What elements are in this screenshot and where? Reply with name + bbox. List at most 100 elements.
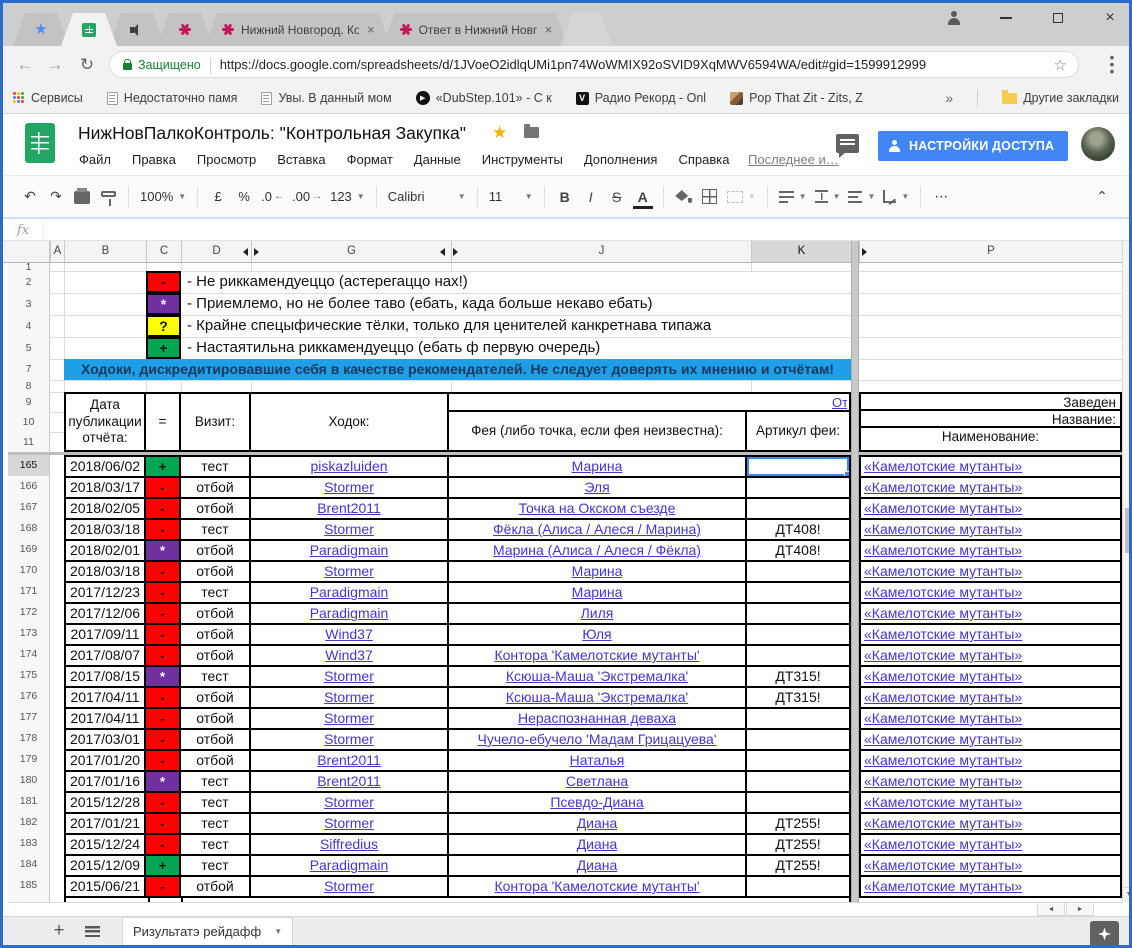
avatar[interactable]	[1081, 127, 1115, 161]
hidden-columns-marker-icon[interactable]	[453, 248, 458, 256]
row-header-183[interactable]: 183	[8, 833, 49, 854]
cell-mark[interactable]: -	[146, 730, 181, 749]
walker-link[interactable]: Stormer	[324, 710, 374, 726]
cell-sku[interactable]: ДТ255!	[747, 814, 849, 833]
menu-Справка[interactable]: Справка	[678, 152, 729, 167]
cell-sku[interactable]	[747, 646, 849, 665]
new-tab-button[interactable]	[560, 13, 612, 46]
walker-link[interactable]: Stormer	[324, 731, 374, 747]
walker-link[interactable]: Wind37	[325, 647, 372, 663]
zoom-select[interactable]: 100%▼	[136, 184, 190, 210]
cell-walker[interactable]: Stormer	[251, 709, 449, 728]
more-formats-button[interactable]: 123▼	[326, 184, 369, 210]
row-header-178[interactable]: 178	[8, 728, 49, 749]
formula-input[interactable]	[43, 223, 1129, 239]
cell-mark[interactable]: -	[146, 835, 181, 854]
italic-button[interactable]: I	[578, 184, 604, 210]
legend-color-cell[interactable]: +	[146, 337, 181, 359]
walker-link[interactable]: Stormer	[324, 563, 374, 579]
cell-date[interactable]: 2017/08/15	[66, 667, 146, 686]
forward-icon[interactable]: →	[43, 53, 67, 77]
cell-mark[interactable]: +	[146, 457, 181, 476]
cell-club[interactable]: «Камелотские мутанты»	[861, 688, 1120, 709]
comments-icon[interactable]	[836, 134, 859, 153]
font-size-select[interactable]: 11▼	[485, 184, 537, 210]
cell-sku[interactable]	[747, 877, 849, 896]
cell-fairy[interactable]: Нераспознанная деваха	[449, 709, 747, 728]
menu-Дополнения[interactable]: Дополнения	[584, 152, 658, 167]
cell-fairy[interactable]: Диана	[449, 856, 747, 875]
horizontal-align-icon[interactable]: ▼	[775, 184, 811, 210]
cell-date[interactable]: 2018/06/02	[66, 457, 146, 476]
hidden-columns-marker-icon[interactable]	[862, 248, 867, 256]
cell-visit[interactable]: тест	[181, 457, 251, 476]
cell-visit[interactable]: тест	[181, 520, 251, 539]
club-link[interactable]: «Камелотские мутанты»	[864, 836, 1022, 852]
cell-mark[interactable]: *	[146, 667, 181, 686]
fairy-link[interactable]: Фёкла (Алиса / Алеся / Марина)	[493, 521, 701, 537]
cell-club[interactable]: «Камелотские мутанты»	[861, 646, 1120, 667]
cell-visit[interactable]: отбой	[181, 730, 251, 749]
cell-mark[interactable]: *	[146, 772, 181, 791]
cell-mark[interactable]: -	[146, 625, 181, 644]
hidden-columns-marker-icon[interactable]	[254, 248, 259, 256]
row-header-7[interactable]: 7	[8, 359, 49, 380]
header-mark[interactable]: =	[146, 394, 181, 450]
header-date[interactable]: Дата публикации отчёта:	[66, 394, 146, 450]
bookmark-item[interactable]: Pop That Zit - Zits, Z	[730, 91, 863, 105]
row-header-168[interactable]: 168	[8, 518, 49, 539]
cell-club[interactable]: «Камелотские мутанты»	[861, 856, 1120, 877]
tab-close-icon[interactable]: ×	[545, 22, 553, 37]
url-text[interactable]: https://docs.google.com/spreadsheets/d/1…	[220, 57, 1046, 72]
walker-link[interactable]: Brent2011	[317, 752, 381, 768]
selected-cell[interactable]	[747, 457, 849, 476]
cell-club[interactable]: «Камелотские мутанты»	[861, 583, 1120, 604]
bold-button[interactable]: B	[552, 184, 578, 210]
cell-fairy[interactable]: Фёкла (Алиса / Алеся / Марина)	[449, 520, 747, 539]
hidden-columns-marker-icon[interactable]	[243, 248, 248, 256]
other-bookmarks-folder[interactable]: Другие закладки	[1002, 91, 1119, 105]
club-link[interactable]: «Камелотские мутанты»	[864, 668, 1022, 684]
refresh-icon[interactable]: ↻	[75, 53, 99, 77]
cell-fairy[interactable]: Контора 'Камелотские мутанты'	[449, 646, 747, 665]
club-link[interactable]: «Камелотские мутанты»	[864, 731, 1022, 747]
cell-walker[interactable]: Brent2011	[251, 751, 449, 770]
cell-walker[interactable]: Paradigmain	[251, 541, 449, 560]
fairy-link[interactable]: Контора 'Камелотские мутанты'	[494, 878, 699, 894]
cell-date[interactable]: 2018/02/05	[66, 499, 146, 518]
legend-color-cell[interactable]: -	[146, 271, 181, 293]
cell-club[interactable]: «Камелотские мутанты»	[861, 604, 1120, 625]
row-header-172[interactable]: 172	[8, 602, 49, 623]
cell-walker[interactable]: Stormer	[251, 814, 449, 833]
walker-link[interactable]: Paradigmain	[310, 584, 389, 600]
print-icon[interactable]	[69, 184, 95, 210]
cell-fairy[interactable]: Марина	[449, 583, 747, 602]
cell-mark[interactable]: -	[146, 520, 181, 539]
cell-visit[interactable]: отбой	[181, 562, 251, 581]
omnibox[interactable]: Защищено https://docs.google.com/spreads…	[109, 51, 1079, 78]
menu-Данные[interactable]: Данные	[414, 152, 461, 167]
cell-visit[interactable]: тест	[181, 835, 251, 854]
bookmark-item[interactable]: Увы. В данный мом	[261, 91, 391, 105]
menu-Правка[interactable]: Правка	[132, 152, 176, 167]
browser-tab[interactable]	[157, 13, 213, 46]
strikethrough-button[interactable]: S	[604, 184, 630, 210]
cell-mark[interactable]: -	[146, 751, 181, 770]
cell-sku[interactable]	[747, 730, 849, 749]
text-color-button[interactable]: A	[630, 184, 656, 210]
hidden-columns-marker-icon[interactable]	[440, 248, 445, 256]
club-link[interactable]: «Камелотские мутанты»	[864, 458, 1022, 474]
cell-mark[interactable]: -	[146, 646, 181, 665]
cell-fairy[interactable]: Светлана	[449, 772, 747, 791]
row-header-3[interactable]: 3	[8, 293, 49, 315]
row-header-169[interactable]: 169	[8, 539, 49, 560]
row-header-175[interactable]: 175	[8, 665, 49, 686]
browser-tab[interactable]	[109, 13, 165, 46]
club-link[interactable]: «Камелотские мутанты»	[864, 857, 1022, 873]
column-header-B[interactable]: B	[64, 241, 146, 262]
cell-date[interactable]: 2017/04/11	[66, 709, 146, 728]
cell-date[interactable]: 2017/01/16	[66, 772, 146, 791]
tab-close-icon[interactable]: ×	[367, 22, 375, 37]
browser-tab[interactable]: Ответ в Нижний Новгор×	[383, 13, 569, 46]
cell-visit[interactable]: отбой	[181, 604, 251, 623]
